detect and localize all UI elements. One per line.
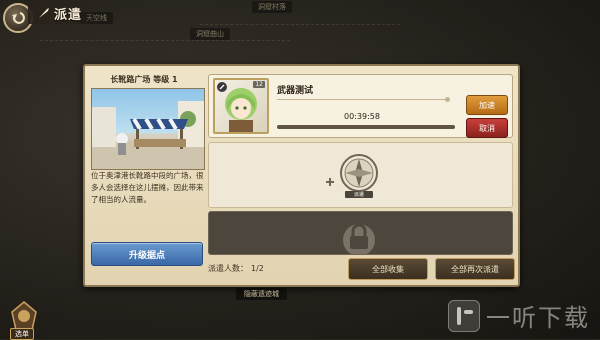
dispatch-count-value: 1/2: [251, 264, 264, 273]
character-level: 12: [253, 81, 265, 88]
lock-icon: [343, 223, 375, 254]
site-description: 位于奥津港长靴路中段的广场，很多人会选择在这儿摆摊，因此带来了相当的人流量。: [91, 171, 204, 204]
cancel-button[interactable]: 取消: [466, 118, 508, 138]
empty-slot-stamp: 派遣: [345, 191, 373, 198]
page-title: 派遣: [54, 7, 83, 23]
speed-up-button[interactable]: 加速: [466, 95, 508, 115]
upgrade-site-button[interactable]: 升级据点: [91, 242, 203, 266]
character-portrait[interactable]: 12: [213, 78, 269, 134]
back-arrow-icon: [12, 12, 25, 24]
dispatch-slot-locked: [208, 211, 513, 255]
dispatch-panel: 长靴路广场 等级 1 位于奥津港长靴路中段的广场，很多人会选择在这儿摆摊，因此带…: [83, 64, 520, 287]
site-title: 长靴路广场 等级 1: [110, 75, 178, 84]
plaza-scene-icon: [92, 101, 204, 169]
collect-all-button[interactable]: 全部收集: [348, 258, 428, 280]
watermark-text: 一听下载: [486, 304, 590, 332]
divider: [277, 97, 450, 102]
quill-icon: [39, 8, 49, 18]
header-bar: 派遣: [28, 2, 105, 24]
mission-progress-bar: [277, 125, 455, 129]
mission-timer: 00:39:58: [344, 112, 380, 121]
dispatch-slot-active: 12 武器测试 00:39:58 加速 取消: [208, 74, 513, 138]
site-illustration: [91, 88, 205, 170]
mission-name: 武器测试: [277, 86, 314, 96]
redispatch-all-button[interactable]: 全部再次派遣: [435, 258, 515, 280]
map-label[interactable]: 隐蔽遗迹城: [236, 288, 287, 300]
dispatch-count-label: 派遣人数：: [208, 264, 248, 273]
watermark-logo-icon: [448, 299, 480, 332]
dispatch-count: 派遣人数： 1/2: [208, 263, 264, 274]
watermark: 一听下载: [448, 298, 590, 333]
menu-button[interactable]: 选单: [10, 328, 34, 340]
dispatch-slot-empty[interactable]: 派遣: [208, 142, 513, 208]
